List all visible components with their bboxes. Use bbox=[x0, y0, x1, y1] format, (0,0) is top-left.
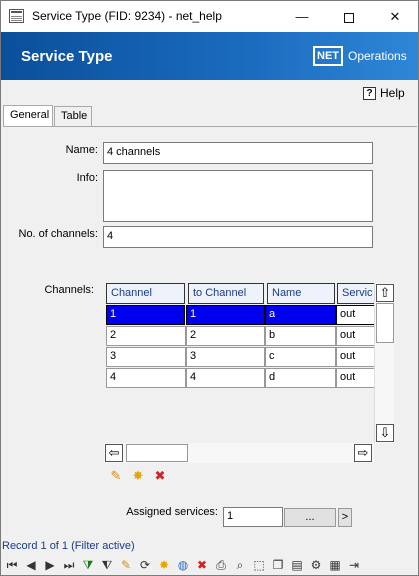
tab-table[interactable]: Table bbox=[54, 106, 92, 126]
horizontal-scroll-thumb[interactable] bbox=[126, 444, 188, 462]
delete-icon[interactable]: ✖ bbox=[194, 556, 210, 574]
tab-general[interactable]: General bbox=[3, 105, 53, 127]
maximize-button[interactable] bbox=[326, 1, 372, 32]
grid-cell[interactable]: out bbox=[336, 347, 374, 367]
prev-record-icon[interactable]: ◀ bbox=[23, 556, 39, 574]
first-record-icon[interactable]: ⏮ bbox=[4, 556, 20, 574]
tools-icon[interactable]: ⚙ bbox=[308, 556, 324, 574]
help-icon: ? bbox=[363, 86, 376, 100]
delete-icon[interactable]: ✖ bbox=[152, 468, 168, 484]
info-field[interactable] bbox=[103, 170, 373, 222]
page-title: Service Type bbox=[21, 48, 113, 65]
horizontal-scrollbar[interactable]: ⇦ ⇨ bbox=[104, 443, 374, 463]
logo-box: NET bbox=[313, 46, 343, 66]
new-icon[interactable]: ✸ bbox=[130, 468, 146, 484]
grid-cell[interactable]: 1 bbox=[186, 305, 265, 325]
grid-viewport: Channel to Channel Name Servic 1 1 a out… bbox=[104, 283, 374, 443]
assigned-services-field[interactable]: 1 bbox=[223, 507, 283, 527]
assigned-services-label: Assigned services: bbox=[126, 506, 218, 518]
add-filter-icon[interactable]: ⧩ bbox=[80, 556, 96, 574]
channels-label: Channels: bbox=[44, 284, 94, 296]
title-bar[interactable]: Service Type (FID: 9234) - net_help — ✕ bbox=[1, 1, 418, 32]
name-label: Name: bbox=[65, 144, 98, 156]
grid-cell[interactable]: 3 bbox=[106, 347, 186, 367]
grid-cell[interactable]: d bbox=[265, 368, 336, 388]
select-icon[interactable]: ⬚ bbox=[251, 556, 267, 574]
help-button[interactable]: ? Help bbox=[363, 86, 405, 100]
grid-cell[interactable]: out bbox=[336, 368, 374, 388]
chart-icon[interactable]: ▤ bbox=[289, 556, 305, 574]
logo-text: Operations bbox=[348, 49, 407, 63]
edit-icon[interactable]: ✎ bbox=[118, 556, 134, 574]
scroll-right-icon[interactable]: ⇨ bbox=[354, 444, 372, 462]
last-record-icon[interactable]: ⏭ bbox=[61, 556, 77, 574]
grid-cell[interactable]: out bbox=[336, 326, 374, 346]
grid-cell[interactable]: 4 bbox=[106, 368, 186, 388]
maximize-icon bbox=[344, 12, 354, 23]
scroll-up-icon[interactable]: ⇧ bbox=[376, 284, 394, 302]
grid-cell[interactable]: 1 bbox=[106, 305, 185, 325]
grid-cell[interactable]: 4 bbox=[186, 368, 265, 388]
app-icon bbox=[9, 9, 24, 23]
column-header-to-channel[interactable]: to Channel bbox=[188, 283, 264, 304]
filter-icon[interactable]: ⧨ bbox=[99, 556, 115, 574]
name-field[interactable]: 4 channels bbox=[103, 142, 373, 164]
refresh-icon[interactable]: ⟳ bbox=[137, 556, 153, 574]
header-banner: Service Type NET Operations bbox=[1, 32, 418, 80]
exit-icon[interactable]: ⇥ bbox=[346, 556, 362, 574]
channels-grid: Channel to Channel Name Servic 1 1 a out… bbox=[104, 283, 394, 467]
channels-count-label: No. of channels: bbox=[18, 228, 99, 240]
grid-cell[interactable]: b bbox=[265, 326, 336, 346]
new-icon[interactable]: ✸ bbox=[156, 556, 172, 574]
scroll-down-icon[interactable]: ⇩ bbox=[376, 424, 394, 442]
help-label: Help bbox=[380, 86, 405, 100]
grid-cell[interactable]: 3 bbox=[186, 347, 265, 367]
zoom-icon[interactable]: ⌕ bbox=[232, 556, 248, 574]
edit-icon[interactable]: ✎ bbox=[108, 468, 124, 484]
grid-cell[interactable]: a bbox=[265, 305, 336, 325]
vertical-scrollbar[interactable]: ⇧ ⇩ bbox=[374, 283, 394, 443]
grid-cell[interactable]: 2 bbox=[186, 326, 265, 346]
general-panel: Name: 4 channels Info: No. of channels: … bbox=[3, 126, 417, 538]
bottom-toolbar: ⏮ ◀ ▶ ⏭ ⧩ ⧨ ✎ ⟳ ✸ ◍ ✖ ⎙ ⌕ ⬚ ❐ ▤ ⚙ ▦ ⇥ bbox=[1, 554, 418, 576]
print-icon[interactable]: ⎙ bbox=[213, 556, 229, 574]
globe-icon[interactable]: ◍ bbox=[175, 556, 191, 574]
channels-count-field[interactable]: 4 bbox=[103, 226, 373, 248]
brand-logo: NET Operations bbox=[313, 45, 407, 67]
column-header-name[interactable]: Name bbox=[267, 283, 335, 304]
status-bar: Record 1 of 1 (Filter active) bbox=[2, 540, 135, 552]
window-title: Service Type (FID: 9234) - net_help bbox=[32, 9, 222, 23]
assigned-services-browse-button[interactable]: ... bbox=[284, 508, 336, 527]
assigned-services-open-button[interactable]: > bbox=[338, 508, 352, 527]
grid-cell[interactable]: c bbox=[265, 347, 336, 367]
grid-cell[interactable]: 2 bbox=[106, 326, 186, 346]
table-icon[interactable]: ▦ bbox=[327, 556, 343, 574]
close-button[interactable]: ✕ bbox=[372, 1, 418, 32]
service-type-window: Service Type (FID: 9234) - net_help — ✕ … bbox=[0, 0, 419, 576]
minimize-button[interactable]: — bbox=[279, 1, 325, 32]
column-header-service[interactable]: Servic bbox=[337, 283, 374, 304]
scroll-left-icon[interactable]: ⇦ bbox=[105, 444, 123, 462]
info-label: Info: bbox=[76, 172, 98, 184]
grid-cell[interactable]: out bbox=[336, 305, 374, 325]
copy-icon[interactable]: ❐ bbox=[270, 556, 286, 574]
vertical-scroll-thumb[interactable] bbox=[376, 303, 394, 343]
next-record-icon[interactable]: ▶ bbox=[42, 556, 58, 574]
column-header-channel[interactable]: Channel bbox=[106, 283, 185, 304]
grid-toolbar: ✎ ✸ ✖ bbox=[104, 465, 168, 487]
